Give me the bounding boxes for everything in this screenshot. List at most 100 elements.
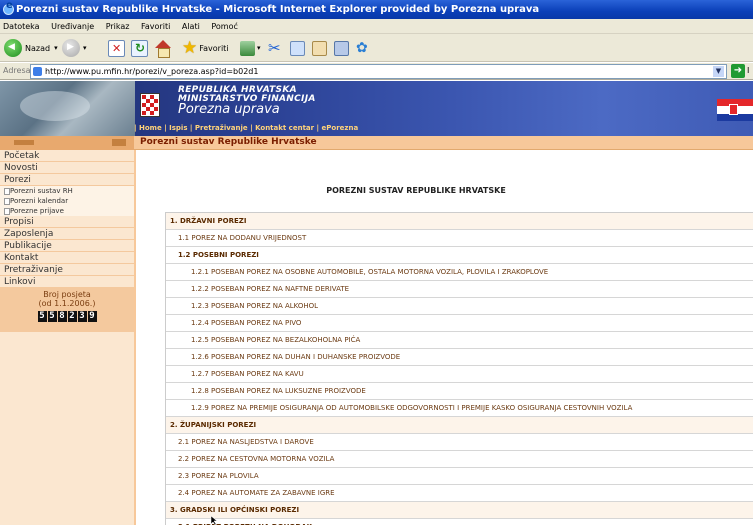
counter-digit: 9 bbox=[87, 311, 97, 322]
table-category-row: 3. GRADSKI ILI OPĆINSKI POREZI bbox=[166, 502, 753, 519]
croatian-flag-icon bbox=[717, 99, 753, 121]
address-url: http://www.pu.mfin.hr/porezi/v_poreza.as… bbox=[45, 67, 259, 76]
sidebar-item-propisi[interactable]: Propisi bbox=[0, 216, 134, 228]
counter-digit: 5 bbox=[47, 311, 57, 322]
visitor-label: Broj posjeta bbox=[43, 290, 91, 299]
table-row[interactable]: 1.2.4 POSEBAN POREZ NA PIVO bbox=[166, 315, 753, 332]
back-label: Nazad bbox=[25, 43, 51, 53]
home-icon bbox=[154, 39, 172, 58]
menu-favoriti[interactable]: Favoriti bbox=[141, 22, 170, 31]
banner-line3: Porezna uprava bbox=[178, 102, 280, 117]
table-row[interactable]: 1.2.6 POSEBAN POREZ NA DUHAN I DUHANSKE … bbox=[166, 349, 753, 366]
sidebar-item-porezi[interactable]: Porezi bbox=[0, 174, 134, 186]
toolbar: Nazad ▾ ▾ ★ Favoriti ▾ ✂ bbox=[0, 34, 753, 62]
menu-alati[interactable]: Alati bbox=[182, 22, 200, 31]
menu-uredivanje[interactable]: Uređivanje bbox=[51, 22, 94, 31]
forward-button[interactable]: ▾ bbox=[62, 39, 87, 57]
table-row[interactable]: 1.2.1 POSEBAN POREZ NA OSOBNE AUTOMOBILE… bbox=[166, 264, 753, 281]
table-row[interactable]: 1.2.5 POSEBAN POREZ NA BEZALKOHOLNA PIĆA bbox=[166, 332, 753, 349]
table-row[interactable]: 1.1 POREZ NA DODANU VRIJEDNOST bbox=[166, 230, 753, 247]
table-row[interactable]: 1.2.8 POSEBAN POREZ NA LUKSUZNE PROIZVOD… bbox=[166, 383, 753, 400]
scissors-icon: ✂ bbox=[268, 39, 281, 57]
site-banner: REPUBLIKA HRVATSKA MINISTARSTVO FINANCIJ… bbox=[0, 81, 753, 136]
sidebar-item-pretrazivanje[interactable]: Pretraživanje bbox=[0, 264, 134, 276]
back-button[interactable]: Nazad ▾ bbox=[4, 39, 58, 57]
home-button[interactable] bbox=[154, 39, 172, 58]
window-title: Porezni sustav Republike Hrvatske - Micr… bbox=[16, 4, 540, 15]
sidebar-item-zaposlenja[interactable]: Zaposlenja bbox=[0, 228, 134, 240]
table-row[interactable]: 2.4 POREZ NA AUTOMATE ZA ZABAVNE IGRE bbox=[166, 485, 753, 502]
favorites-label: Favoriti bbox=[199, 43, 229, 53]
back-arrow-icon bbox=[4, 39, 22, 57]
menu-bar: Datoteka Uređivanje Prikaz Favoriti Alat… bbox=[0, 19, 753, 34]
table-category-row: 2. ŽUPANIJSKI POREZI bbox=[166, 417, 753, 434]
star-icon: ★ bbox=[182, 37, 198, 58]
counter-digit: 5 bbox=[37, 311, 47, 322]
table-row[interactable]: 2.3 POREZ NA PLOVILA bbox=[166, 468, 753, 485]
page-title: Porezni sustav Republike Hrvatske bbox=[140, 137, 317, 147]
copy-button[interactable] bbox=[290, 39, 305, 57]
edit-button[interactable] bbox=[334, 39, 349, 57]
table-row[interactable]: 1.2.2 POSEBAN POREZ NA NAFTNE DERIVATE bbox=[166, 281, 753, 298]
menu-pomoc[interactable]: Pomoć bbox=[211, 22, 238, 31]
history-button[interactable]: ▾ bbox=[240, 39, 261, 57]
sidebar-item-kontakt[interactable]: Kontakt bbox=[0, 252, 134, 264]
table-row[interactable]: 1.2.9 POREZ NA PREMIJE OSIGURANJA OD AUT… bbox=[166, 400, 753, 417]
table-row[interactable]: 1.2.7 POSEBAN POREZ NA KAVU bbox=[166, 366, 753, 383]
messenger-icon: ✿ bbox=[356, 40, 368, 56]
sidebar-subitem-porezni-kalendar[interactable]: Porezni kalendar bbox=[0, 196, 134, 206]
address-input[interactable]: http://www.pu.mfin.hr/porezi/v_poreza.as… bbox=[30, 64, 727, 79]
paste-icon bbox=[312, 40, 327, 56]
sidebar: Početak Novosti Porezi Porezni sustav RH… bbox=[0, 150, 134, 525]
address-dropdown-icon[interactable]: ▼ bbox=[713, 66, 724, 77]
refresh-icon bbox=[131, 39, 148, 57]
ie-icon bbox=[3, 0, 14, 15]
sidebar-item-novosti[interactable]: Novosti bbox=[0, 162, 134, 174]
top-nav-links[interactable]: | Home | Ispis | Pretraživanje | Kontakt… bbox=[134, 124, 358, 132]
table-row[interactable]: 2.1 POREZ NA NASLJEDSTVA I DAROVE bbox=[166, 434, 753, 451]
tax-table: 1. DRŽAVNI POREZI 1.1 POREZ NA DODANU VRI… bbox=[165, 212, 753, 525]
counter-digit: 3 bbox=[77, 311, 87, 322]
banner-photo bbox=[0, 81, 135, 136]
page-icon bbox=[33, 67, 42, 76]
mail-button[interactable]: ✂ bbox=[268, 39, 281, 57]
sidebar-header bbox=[0, 136, 134, 150]
address-label: Adresa bbox=[3, 66, 31, 75]
mouse-cursor-icon bbox=[210, 515, 218, 525]
visitor-count: 5 5 8 2 3 9 bbox=[0, 311, 134, 322]
back-dropdown-icon[interactable]: ▾ bbox=[54, 44, 58, 52]
table-row[interactable]: 3.1 PRIREZ POREZU NA DOHODAK bbox=[166, 519, 753, 525]
sidebar-item-linkovi[interactable]: Linkovi bbox=[0, 276, 134, 288]
sidebar-subitem-porezne-prijave[interactable]: Porezne prijave bbox=[0, 206, 134, 216]
menu-datoteka[interactable]: Datoteka bbox=[3, 22, 40, 31]
go-button[interactable]: ➜ bbox=[731, 64, 745, 78]
content-header-bar: Porezni sustav Republike Hrvatske bbox=[0, 136, 753, 150]
title-bar: Porezni sustav Republike Hrvatske - Micr… bbox=[0, 0, 753, 19]
table-row[interactable]: 1.2 POSEBNI POREZI bbox=[166, 247, 753, 264]
stop-button[interactable] bbox=[108, 39, 125, 57]
go-label[interactable]: I bbox=[747, 66, 749, 75]
favorites-button[interactable]: ★ Favoriti bbox=[182, 39, 229, 57]
content-heading: POREZNI SUSTAV REPUBLIKE HRVATSKE bbox=[326, 186, 506, 195]
table-row[interactable]: 2.2 POREZ NA CESTOVNA MOTORNA VOZILA bbox=[166, 451, 753, 468]
sidebar-item-pocetak[interactable]: Početak bbox=[0, 150, 134, 162]
refresh-button[interactable] bbox=[131, 39, 148, 57]
copy-icon bbox=[290, 40, 305, 56]
browser-window: Porezni sustav Republike Hrvatske - Micr… bbox=[0, 0, 753, 525]
stop-icon bbox=[108, 39, 125, 57]
history-icon bbox=[240, 40, 255, 56]
paste-button[interactable] bbox=[312, 39, 327, 57]
menu-prikaz[interactable]: Prikaz bbox=[106, 22, 130, 31]
forward-dropdown-icon[interactable]: ▾ bbox=[83, 44, 87, 52]
table-category-row: 1. DRŽAVNI POREZI bbox=[166, 213, 753, 230]
history-dropdown-icon[interactable]: ▾ bbox=[257, 44, 261, 52]
edit-icon bbox=[334, 40, 349, 56]
coat-of-arms-icon bbox=[140, 93, 160, 117]
counter-digit: 8 bbox=[57, 311, 67, 322]
visitor-counter: Broj posjeta (od 1.1.2006.) 5 5 8 2 3 9 bbox=[0, 288, 134, 332]
sidebar-subitem-porezni-sustav[interactable]: Porezni sustav RH bbox=[0, 186, 134, 196]
sidebar-item-publikacije[interactable]: Publikacije bbox=[0, 240, 134, 252]
messenger-button[interactable]: ✿ bbox=[356, 39, 368, 57]
table-row[interactable]: 1.2.3 POSEBAN POREZ NA ALKOHOL bbox=[166, 298, 753, 315]
visitor-since: (od 1.1.2006.) bbox=[38, 299, 96, 308]
